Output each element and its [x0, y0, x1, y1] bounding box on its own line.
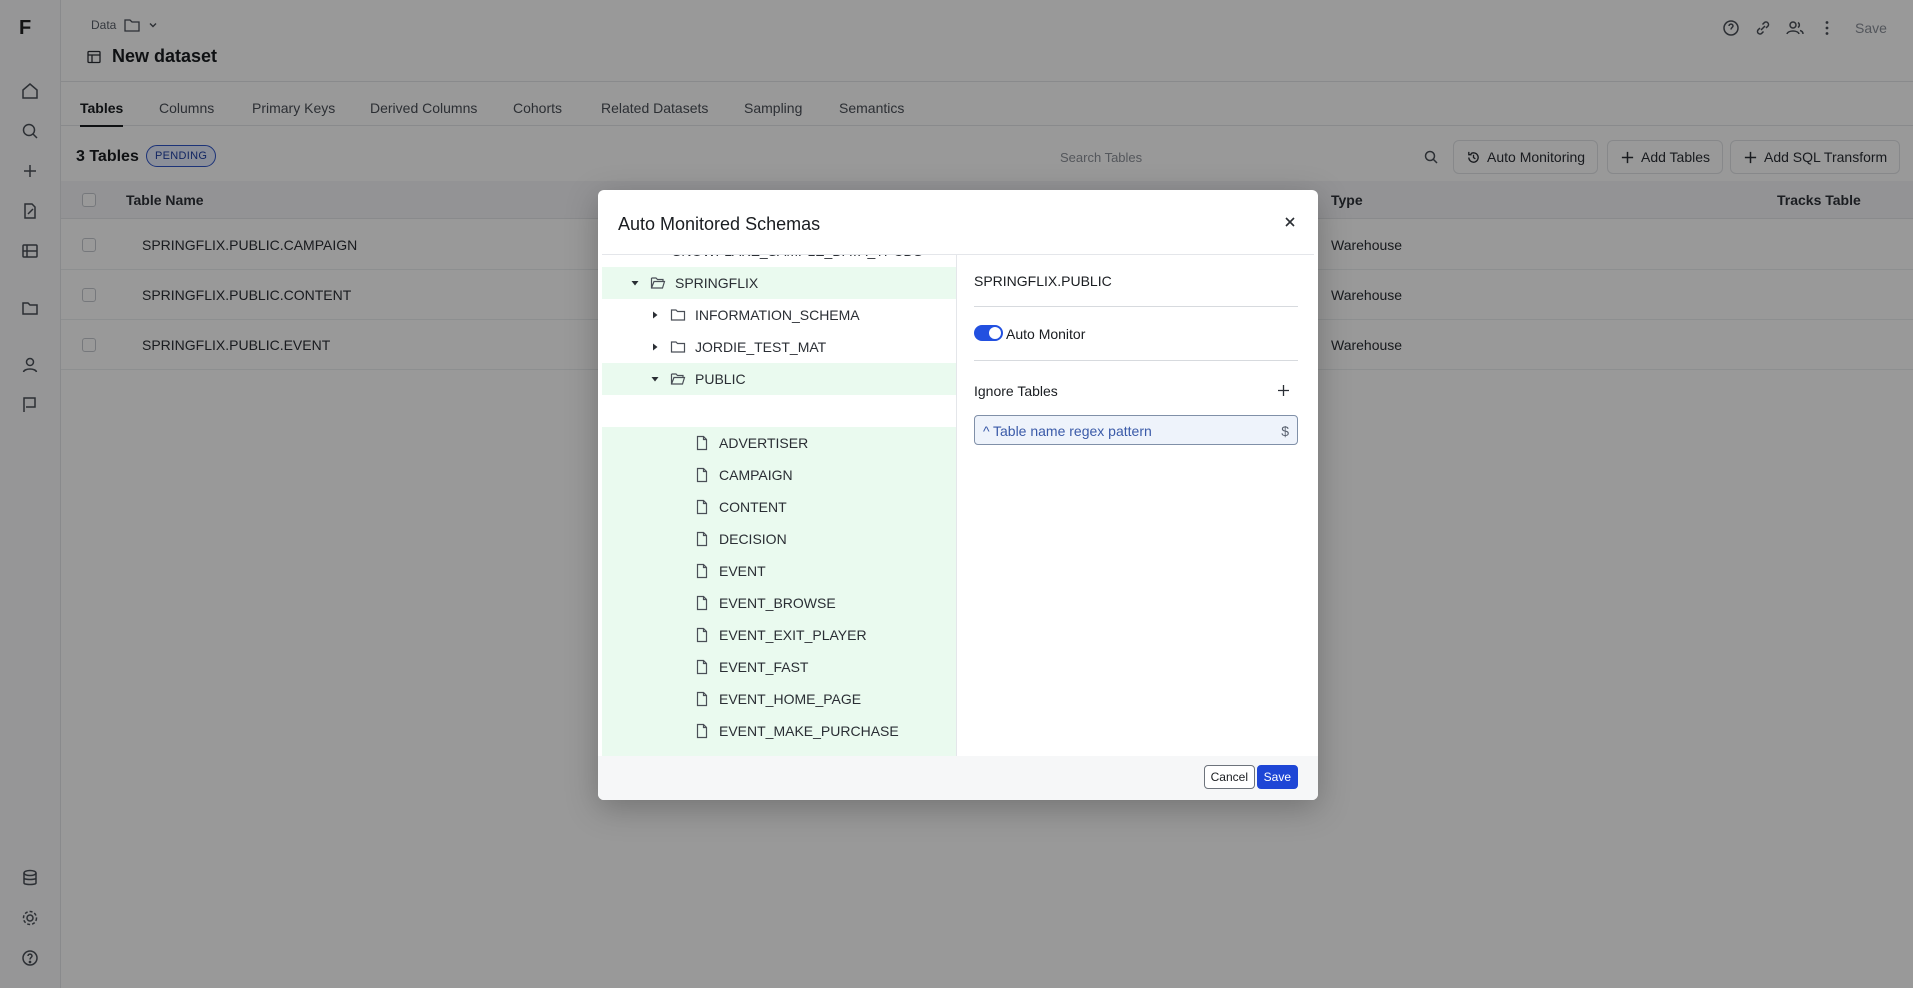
tree-item-public[interactable]: PUBLIC — [602, 363, 956, 395]
tree-item-table[interactable]: EVENT_EXIT_PLAYER — [602, 619, 956, 651]
caret-right-icon[interactable] — [650, 342, 660, 352]
auto-monitor-toggle[interactable] — [974, 325, 1003, 341]
caret-down-icon[interactable] — [650, 374, 660, 384]
file-icon — [696, 499, 708, 515]
caret-down-icon[interactable] — [630, 278, 640, 288]
close-icon[interactable] — [1282, 214, 1298, 230]
file-icon — [696, 435, 708, 451]
add-ignore-rule-icon[interactable] — [1277, 384, 1290, 397]
tree-item-table[interactable]: CAMPAIGN — [602, 459, 956, 491]
regex-suffix: $ — [1281, 423, 1289, 439]
tree-item-label: INFORMATION_SCHEMA — [695, 307, 860, 323]
tree-item-label: EVENT_BROWSE — [719, 595, 836, 611]
tree-item-table[interactable]: EVENT_FAST — [602, 651, 956, 683]
regex-placeholder: Table name regex pattern — [993, 423, 1152, 439]
schema-detail-panel: SPRINGFLIX.PUBLIC Auto Monitor Ignore Ta… — [958, 255, 1314, 757]
auto-monitored-schemas-dialog: Auto Monitored Schemas SNOWFLAKE_SAMPLE_… — [598, 190, 1318, 800]
tree-item-table[interactable]: EVENT_HOME_PAGE — [602, 683, 956, 715]
tree-item-table[interactable]: CONTENT — [602, 491, 956, 523]
tree-item-label: DECISION — [719, 531, 787, 547]
dialog-body: SNOWFLAKE_SAMPLE_DATA_TPCDS SPRINGFLIX I… — [602, 254, 1314, 757]
ignore-tables-label: Ignore Tables — [974, 383, 1058, 399]
regex-pattern-input[interactable]: ^ Table name regex pattern $ — [974, 415, 1298, 445]
auto-monitor-label: Auto Monitor — [1006, 326, 1086, 342]
dialog-title: Auto Monitored Schemas — [618, 214, 821, 234]
regex-prefix: ^ — [983, 423, 990, 439]
tree-item-label: EVENT_EXIT_PLAYER — [719, 627, 867, 643]
file-icon — [696, 467, 708, 483]
tree-item-label: EVENT_FAST — [719, 659, 809, 675]
file-icon — [696, 723, 708, 739]
dialog-footer: Cancel Save — [598, 756, 1318, 800]
tree-item-label: EVENT — [719, 563, 766, 579]
tree-item-springflix[interactable]: SPRINGFLIX — [602, 267, 956, 299]
file-icon — [696, 563, 708, 579]
tree-item-table[interactable]: ADVERTISER — [602, 427, 956, 459]
folder-icon — [670, 341, 686, 353]
file-icon — [696, 531, 708, 547]
tree-item-table[interactable]: DECISION — [602, 523, 956, 555]
folder-open-icon — [670, 373, 686, 385]
tree-item-label: CONTENT — [719, 499, 787, 515]
file-icon — [696, 691, 708, 707]
tree-item-information-schema[interactable]: INFORMATION_SCHEMA — [602, 299, 956, 331]
tree-item-label: JORDIE_TEST_MAT — [695, 339, 827, 355]
tree-item-jordie-test-mat[interactable]: JORDIE_TEST_MAT — [602, 331, 956, 363]
save-button[interactable]: Save — [1256, 765, 1298, 789]
caret-right-icon[interactable] — [650, 310, 660, 320]
tree-item-cut-off[interactable]: SNOWFLAKE_SAMPLE_DATA_TPCDS — [602, 255, 956, 263]
divider — [974, 360, 1298, 361]
schema-tree: SNOWFLAKE_SAMPLE_DATA_TPCDS SPRINGFLIX I… — [602, 255, 957, 757]
tree-item-label: ADVERTISER — [719, 435, 809, 451]
folder-icon — [670, 309, 686, 321]
cancel-button[interactable]: Cancel — [1203, 765, 1255, 789]
file-icon — [696, 659, 708, 675]
file-icon — [696, 627, 708, 643]
tree-item-label: EVENT_MAKE_PURCHASE — [719, 723, 899, 739]
folder-open-icon — [650, 277, 666, 289]
tree-item-label: CAMPAIGN — [719, 467, 793, 483]
tree-item-label: EVENT_HOME_PAGE — [719, 691, 862, 707]
file-icon — [696, 595, 708, 611]
divider — [974, 306, 1298, 307]
schema-detail-title: SPRINGFLIX.PUBLIC — [974, 273, 1112, 289]
tree-item-table[interactable]: EVENT_MAKE_PURCHASE — [602, 715, 956, 747]
tree-item-table[interactable]: EVENT_BROWSE — [602, 587, 956, 619]
tree-item-label: PUBLIC — [695, 371, 746, 387]
tree-item-table[interactable]: EVENT — [602, 555, 956, 587]
tree-item-label: SPRINGFLIX — [675, 275, 759, 291]
